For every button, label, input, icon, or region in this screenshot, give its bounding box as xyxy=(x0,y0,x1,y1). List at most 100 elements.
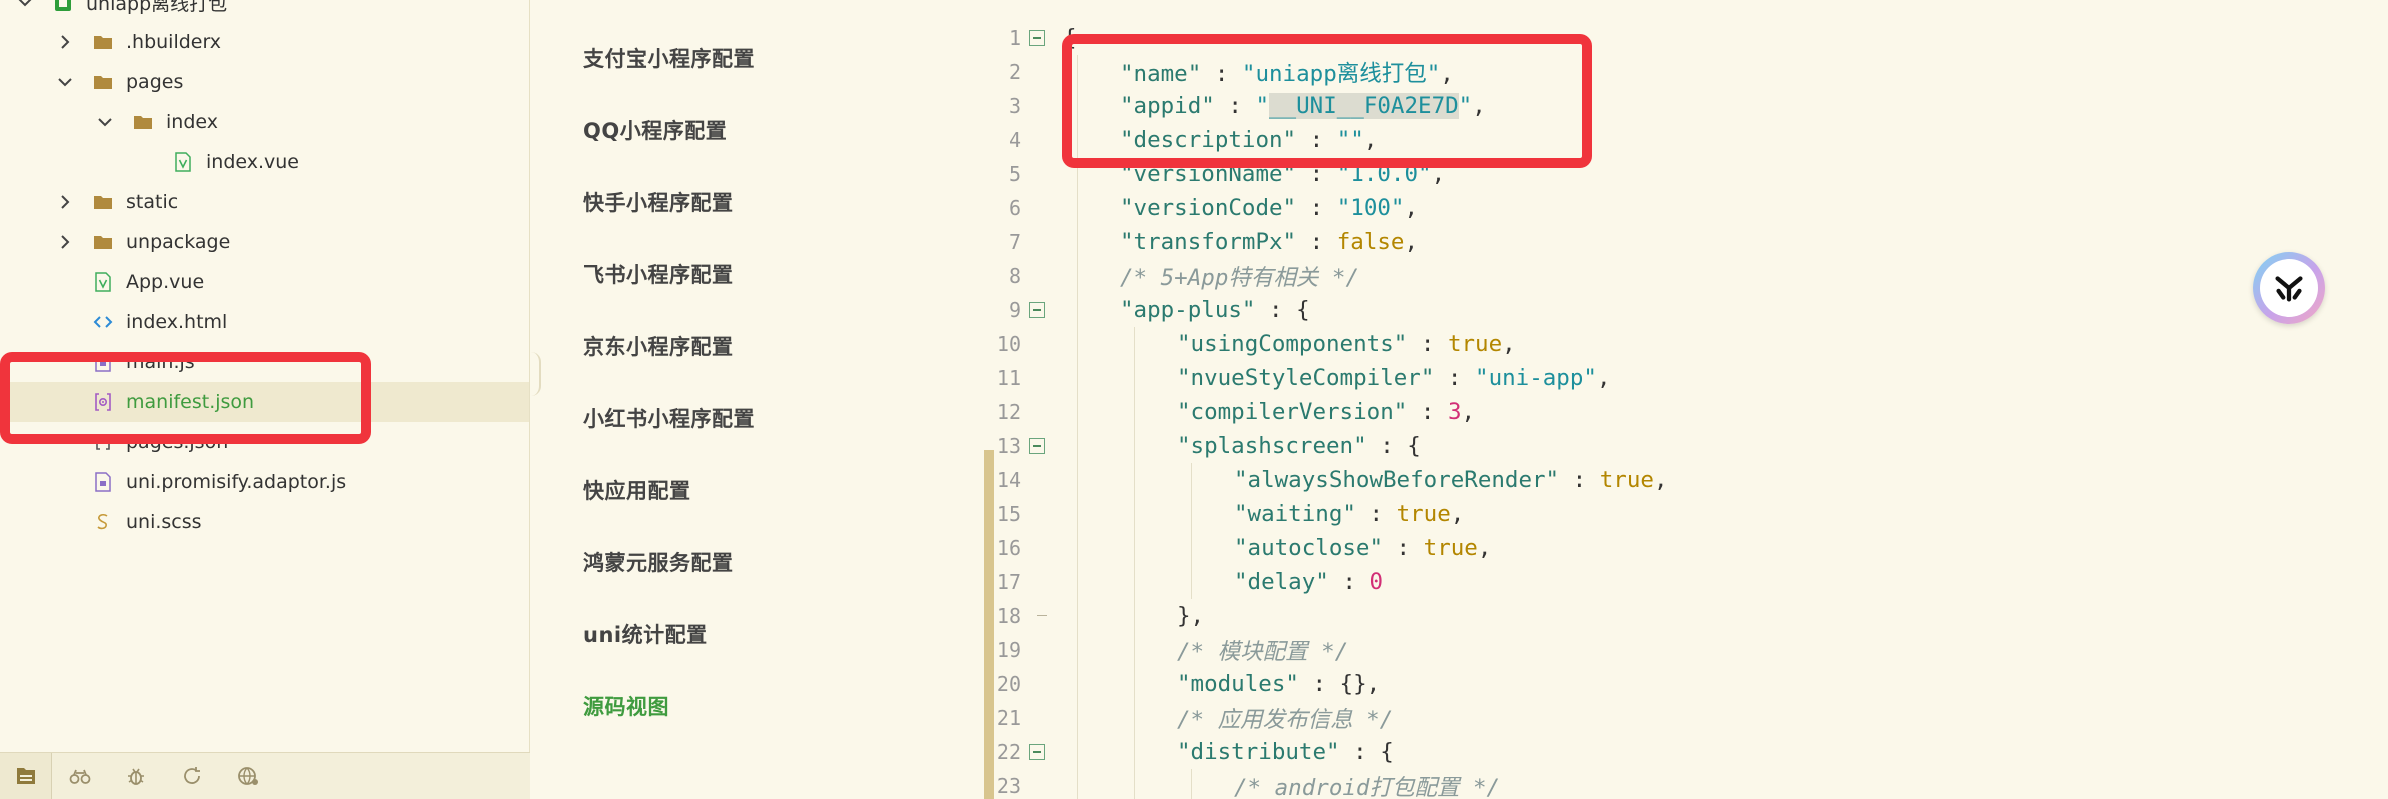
indent-guide xyxy=(1077,667,1078,701)
vue-file-icon xyxy=(172,151,194,173)
code-line[interactable]: 12 "compilerVersion" : 3, xyxy=(971,395,2388,429)
chevron-right-icon[interactable] xyxy=(54,31,76,53)
code-token: , xyxy=(1472,93,1486,119)
folder-icon xyxy=(92,71,114,93)
indent-guide xyxy=(1077,735,1078,769)
globe-tool-button[interactable] xyxy=(220,753,276,799)
code-token: , xyxy=(1653,467,1668,493)
tree-item-index-html[interactable]: index.html xyxy=(0,302,529,342)
tree-item-manifest-json[interactable]: manifest.json xyxy=(0,382,529,422)
indent-guide xyxy=(1134,395,1135,429)
fold-toggle-icon[interactable] xyxy=(1021,429,1051,463)
code-line[interactable]: 13 "splashscreen" : { xyxy=(971,429,2388,463)
fold-toggle-icon[interactable] xyxy=(1021,735,1051,769)
code-editor[interactable]: 1{2 "name" : "uniapp离线打包", 3 "appid" : "__U… xyxy=(971,0,2388,799)
code-line[interactable]: 17 "delay" : 0 xyxy=(971,565,2388,599)
indent-guide xyxy=(1077,55,1078,89)
config-nav-item[interactable]: 源码视图 xyxy=(583,691,669,721)
tree-item-uniapp[interactable]: uniapp离线打包 xyxy=(0,0,529,22)
code-line[interactable]: 18}, xyxy=(971,599,2388,633)
chevron-down-icon[interactable] xyxy=(54,71,76,93)
tree-item-app-vue[interactable]: App.vue xyxy=(0,262,529,302)
config-nav-item[interactable]: QQ小程序配置 xyxy=(583,115,727,145)
config-nav-item[interactable]: uni统计配置 xyxy=(583,619,708,649)
tree-item-label: uni.promisify.adaptor.js xyxy=(126,471,347,493)
code-line[interactable]: 4 "description" : "", xyxy=(971,123,2388,157)
line-number: 7 xyxy=(1008,230,1021,254)
code-token: : xyxy=(1328,569,1370,595)
code-line[interactable]: 19 /* 模块配置 */ xyxy=(971,633,2388,667)
tree-item-pages-json[interactable]: pages.json xyxy=(0,422,529,462)
code-line[interactable]: 7 "transformPx" : false, xyxy=(971,225,2388,259)
tree-item-uni-scss[interactable]: uni.scss xyxy=(0,502,529,542)
tree-item-static[interactable]: static xyxy=(0,182,529,222)
code-line[interactable]: 11 "nvueStyleCompiler" : "uni-app", xyxy=(971,361,2388,395)
binoculars-tool-button[interactable] xyxy=(52,753,108,799)
fold-toggle-icon[interactable] xyxy=(1021,21,1051,55)
tree-item-pages[interactable]: pages xyxy=(0,62,529,102)
code-text: /* android打包配置 */ xyxy=(1051,770,1500,799)
config-nav-item[interactable]: 飞书小程序配置 xyxy=(583,259,734,289)
tree-item-index[interactable]: index xyxy=(0,102,529,142)
assistant-floating-button[interactable] xyxy=(2253,252,2325,324)
indent-guide xyxy=(1134,463,1135,497)
code-token: : xyxy=(1434,365,1476,391)
code-line[interactable]: 5 "versionName" : "1.0.0", xyxy=(971,157,2388,191)
config-nav-item[interactable]: 快应用配置 xyxy=(583,475,691,505)
chevron-down-icon[interactable] xyxy=(14,0,36,13)
code-line[interactable]: 21 /* 应用发布信息 */ xyxy=(971,701,2388,735)
code-line[interactable]: 2 "name" : "uniapp离线打包", xyxy=(971,55,2388,89)
code-token: , xyxy=(1461,399,1476,425)
code-token: /* 模块配置 */ xyxy=(1177,639,1349,665)
code-line[interactable]: 9 "app-plus" : { xyxy=(971,293,2388,327)
indent-guide xyxy=(1191,531,1192,565)
chevron-down-icon[interactable] xyxy=(94,111,116,133)
bug-tool-button[interactable] xyxy=(108,753,164,799)
config-nav-item[interactable]: 快手小程序配置 xyxy=(583,187,734,217)
code-line[interactable]: 23 /* android打包配置 */ xyxy=(971,769,2388,799)
config-nav-item[interactable]: 鸿蒙元服务配置 xyxy=(583,547,734,577)
code-token: true xyxy=(1599,467,1654,493)
folder-icon xyxy=(92,191,114,213)
code-token: true xyxy=(1396,501,1451,527)
code-line[interactable]: 15 "waiting" : true, xyxy=(971,497,2388,531)
code-line[interactable]: 14 "alwaysShowBeforeRender" : true, xyxy=(971,463,2388,497)
code-token: "modules" xyxy=(1177,671,1299,697)
tree-item-label: uniapp离线打包 xyxy=(86,0,228,15)
tree-item-uni-promisify-adaptor-js[interactable]: uni.promisify.adaptor.js xyxy=(0,462,529,502)
files-tool-button[interactable] xyxy=(0,752,52,799)
code-line[interactable]: 20 "modules" : {}, xyxy=(971,667,2388,701)
code-text: "distribute" : { xyxy=(1051,739,1394,765)
refresh-icon xyxy=(180,764,204,788)
code-line[interactable]: 6 "versionCode" : "100", xyxy=(971,191,2388,225)
chevron-right-icon[interactable] xyxy=(54,191,76,213)
code-line[interactable]: 1{ xyxy=(971,21,2388,55)
code-token: : xyxy=(1201,61,1242,87)
tree-item-unpackage[interactable]: unpackage xyxy=(0,222,529,262)
tree-item-label: pages xyxy=(126,71,184,93)
code-token: true xyxy=(1447,331,1503,357)
chevron-right-icon[interactable] xyxy=(54,231,76,253)
line-number: 20 xyxy=(996,672,1021,696)
code-line[interactable]: 8 /* 5+App特有相关 */ xyxy=(971,259,2388,293)
code-text: "description" : "", xyxy=(1051,127,1377,153)
line-number: 1 xyxy=(1008,26,1021,50)
line-number: 3 xyxy=(1008,94,1021,118)
code-token: "uniapp离线打包" xyxy=(1241,61,1441,87)
config-nav-item[interactable]: 小红书小程序配置 xyxy=(583,403,755,433)
code-line[interactable]: 3 "appid" : "__UNI__F0A2E7D", xyxy=(971,89,2388,123)
config-nav-item[interactable]: 支付宝小程序配置 xyxy=(583,43,755,73)
tree-item-index-vue[interactable]: index.vue xyxy=(0,142,529,182)
code-line[interactable]: 22 "distribute" : { xyxy=(971,735,2388,769)
code-token: : xyxy=(1296,195,1337,221)
tree-item-hbuilderx[interactable]: .hbuilderx xyxy=(0,22,529,62)
fold-gutter xyxy=(1021,633,1051,667)
tree-item-main-js[interactable]: main.js xyxy=(0,342,529,382)
refresh-tool-button[interactable] xyxy=(164,753,220,799)
config-nav-item[interactable]: 京东小程序配置 xyxy=(583,331,734,361)
code-line[interactable]: 10 "usingComponents" : true, xyxy=(971,327,2388,361)
panel-splitter-handle[interactable] xyxy=(531,352,541,396)
code-token: : xyxy=(1296,161,1337,187)
code-line[interactable]: 16 "autoclose" : true, xyxy=(971,531,2388,565)
fold-toggle-icon[interactable] xyxy=(1021,293,1051,327)
